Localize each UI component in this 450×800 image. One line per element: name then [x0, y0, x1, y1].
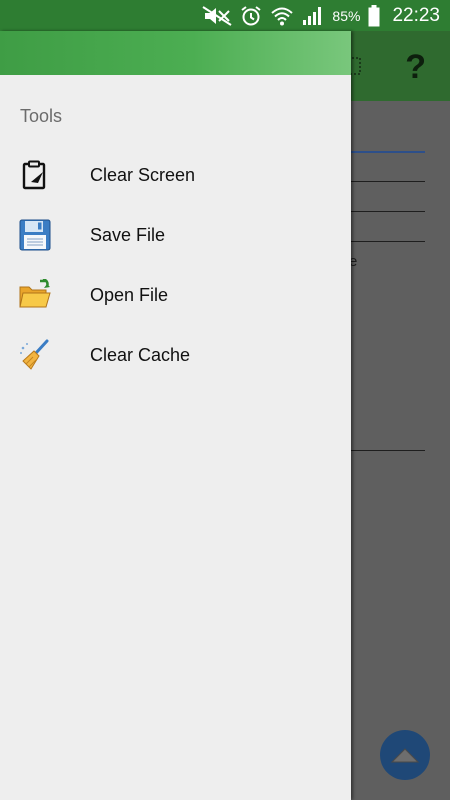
open-folder-icon: [18, 278, 52, 312]
clock: 22:23: [392, 4, 440, 26]
battery-icon: [368, 4, 380, 27]
menu-item-clear-screen[interactable]: Clear Screen: [0, 147, 351, 203]
status-bar: 85% 22:23: [0, 0, 450, 31]
help-icon[interactable]: ?: [405, 48, 426, 87]
menu-item-label: Clear Screen: [90, 164, 196, 185]
drawer-header: [0, 31, 351, 75]
menu-item-label: Clear Cache: [90, 344, 191, 365]
mute-icon: [202, 5, 232, 26]
navigation-drawer: Tools Clear Screen Save File Open File C…: [0, 31, 351, 800]
wifi-icon: [270, 5, 294, 27]
menu-item-clear-cache[interactable]: Clear Cache: [0, 327, 351, 383]
broom-icon: [18, 338, 52, 372]
clipboard-icon: [18, 158, 52, 192]
menu-item-open-file[interactable]: Open File: [0, 267, 351, 323]
scroll-up-button[interactable]: [380, 730, 430, 780]
signal-icon: [302, 6, 324, 26]
menu-item-label: Open File: [90, 284, 169, 305]
battery-percent: 85%: [332, 7, 361, 24]
section-title: Tools: [20, 106, 63, 126]
alarm-icon: [240, 5, 262, 27]
chevron-up-icon: [390, 748, 420, 763]
floppy-disk-icon: [18, 218, 52, 252]
menu-item-label: Save File: [90, 224, 166, 245]
menu-item-save-file[interactable]: Save File: [0, 207, 351, 263]
